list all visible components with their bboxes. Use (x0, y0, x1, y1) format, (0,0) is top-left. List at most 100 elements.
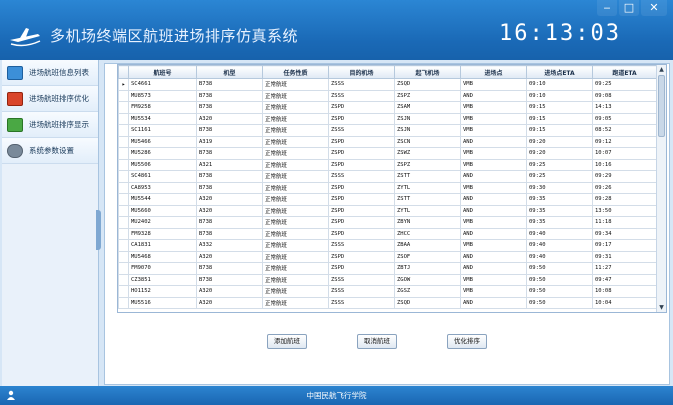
table-cell[interactable]: AND (460, 193, 527, 206)
table-cell[interactable]: 09:50 (526, 296, 593, 309)
table-cell[interactable]: SC4661 (128, 78, 197, 91)
table-cell[interactable]: ZSSS (328, 273, 395, 286)
table-cell[interactable]: ZBAA (394, 239, 461, 252)
table-cell[interactable]: VMB (460, 78, 527, 91)
column-header-mission-type[interactable]: 任务性质 (262, 65, 329, 79)
table-cell[interactable]: ZSPD (328, 250, 395, 263)
table-cell[interactable]: ZSTT (394, 193, 461, 206)
table-cell[interactable]: ZSPD (328, 227, 395, 240)
table-cell[interactable]: HO1152 (128, 285, 197, 298)
table-cell[interactable]: A319 (196, 135, 263, 148)
table-cell[interactable]: 正常航班 (262, 227, 329, 240)
maximize-button[interactable]: □ (619, 0, 639, 16)
table-cell[interactable]: 09:30 (526, 181, 593, 194)
column-header-flight-no[interactable]: 航班号 (128, 65, 197, 79)
row-selector[interactable] (118, 181, 129, 194)
table-cell[interactable]: ZSPD (328, 181, 395, 194)
sidebar-item-settings[interactable]: 系统参数设置 (2, 138, 98, 164)
table-cell[interactable]: ZSSS (328, 296, 395, 309)
table-cell[interactable]: 09:25 (526, 158, 593, 171)
table-row[interactable]: SC1161 B738 正常航班 ZSSS ZSJN VMB 09:15 08:52 (118, 124, 657, 137)
table-row[interactable]: MU5506 A321 正常航班 ZSPD ZSPZ VMB 09:25 10:16 (118, 158, 657, 171)
table-cell[interactable]: ZSSS (328, 170, 395, 183)
table-cell[interactable]: MU5534 (128, 112, 197, 125)
table-row[interactable]: MU5534 A320 正常航班 ZSPD ZSJN VMB 09:15 09:05 (118, 112, 657, 125)
table-cell[interactable]: 09:40 (526, 227, 593, 240)
table-row[interactable]: CA1831 A332 正常航班 ZSSS ZBAA VMB 09:40 09:17 (118, 239, 657, 252)
scroll-up-icon[interactable]: ▲ (657, 65, 666, 74)
row-selector[interactable] (118, 193, 129, 206)
table-cell[interactable]: MU5544 (128, 193, 197, 206)
table-cell[interactable]: FM9258 (128, 101, 197, 114)
flight-grid[interactable]: 航班号 机型 任务性质 目的机场 起飞机场 进场点 进场点ETA 跑道ETA ▸… (117, 64, 667, 313)
table-cell[interactable]: ZSQD (394, 296, 461, 309)
table-cell[interactable]: A320 (196, 204, 263, 217)
table-row[interactable]: CZ3851 B738 正常航班 ZSSS ZGOW VMB 09:50 09:47 (118, 273, 657, 286)
add-flight-button[interactable]: 添加航班 (267, 334, 307, 349)
table-cell[interactable]: B738 (196, 78, 263, 91)
table-cell[interactable]: CA8953 (128, 181, 197, 194)
table-cell[interactable]: VMB (460, 285, 527, 298)
row-selector[interactable] (118, 285, 129, 298)
table-cell[interactable]: B738 (196, 262, 263, 275)
table-cell[interactable]: 正常航班 (262, 204, 329, 217)
cancel-flight-button[interactable]: 取消航班 (357, 334, 397, 349)
table-cell[interactable]: ZBTJ (394, 262, 461, 275)
table-cell[interactable]: VMB (460, 181, 527, 194)
table-cell[interactable]: MU5466 (128, 135, 197, 148)
table-cell[interactable]: ZSPD (328, 147, 395, 160)
table-cell[interactable]: B738 (196, 216, 263, 229)
table-cell[interactable]: 09:15 (526, 124, 593, 137)
table-cell[interactable]: B738 (196, 101, 263, 114)
table-cell[interactable]: 09:50 (526, 285, 593, 298)
table-cell[interactable]: 09:25 (526, 170, 593, 183)
table-cell[interactable]: 正常航班 (262, 273, 329, 286)
table-cell[interactable]: SC4861 (128, 170, 197, 183)
table-cell[interactable]: ZSJN (394, 112, 461, 125)
table-cell[interactable]: ZSWZ (394, 147, 461, 160)
table-cell[interactable]: 正常航班 (262, 296, 329, 309)
table-cell[interactable]: ZGSZ (394, 285, 461, 298)
table-row[interactable]: FM9328 B738 正常航班 ZSPD ZHCC AND 09:40 09:34 (118, 227, 657, 240)
table-cell[interactable]: 09:29 (592, 170, 657, 183)
table-cell[interactable]: 09:15 (526, 101, 593, 114)
table-cell[interactable]: 09:05 (592, 112, 657, 125)
table-cell[interactable]: ZSSS (328, 124, 395, 137)
table-cell[interactable]: 09:20 (526, 147, 593, 160)
table-cell[interactable]: MU5660 (128, 204, 197, 217)
table-cell[interactable]: B738 (196, 227, 263, 240)
table-cell[interactable]: 09:50 (526, 262, 593, 275)
table-cell[interactable]: ZSSS (328, 78, 395, 91)
table-cell[interactable]: ZSAM (394, 101, 461, 114)
table-cell[interactable]: 正常航班 (262, 158, 329, 171)
table-cell[interactable]: 09:20 (526, 135, 593, 148)
table-cell[interactable]: ZSQD (394, 78, 461, 91)
table-cell[interactable]: ZSJN (394, 124, 461, 137)
table-cell[interactable]: MU2402 (128, 216, 197, 229)
table-cell[interactable]: AND (460, 170, 527, 183)
table-cell[interactable]: A320 (196, 193, 263, 206)
table-cell[interactable]: ZSPD (328, 158, 395, 171)
column-header-destination[interactable]: 目的机场 (328, 65, 395, 79)
table-cell[interactable]: A320 (196, 112, 263, 125)
sidebar-item-sequence-optimize[interactable]: 进场航班排序优化 (2, 86, 98, 112)
row-selector[interactable] (118, 204, 129, 217)
table-cell[interactable]: ZGOW (394, 273, 461, 286)
table-cell[interactable]: ZSSS (328, 239, 395, 252)
table-cell[interactable]: A320 (196, 285, 263, 298)
table-row[interactable]: MU5516 A320 正常航班 ZSSS ZSQD AND 09:50 10:04 (118, 296, 657, 309)
table-cell[interactable]: ZSOF (394, 250, 461, 263)
table-cell[interactable]: 09:10 (526, 89, 593, 102)
table-cell[interactable]: 正常航班 (262, 112, 329, 125)
table-cell[interactable]: ZSPZ (394, 158, 461, 171)
table-cell[interactable]: ZSPD (328, 112, 395, 125)
table-cell[interactable]: 09:35 (526, 204, 593, 217)
table-cell[interactable]: MU5506 (128, 158, 197, 171)
table-cell[interactable]: 09:28 (592, 193, 657, 206)
table-cell[interactable]: VMB (460, 216, 527, 229)
sidebar-item-sequence-display[interactable]: 进场航班排序显示 (2, 112, 98, 138)
table-row[interactable]: HO1152 A320 正常航班 ZSSS ZGSZ VMB 09:50 10:08 (118, 285, 657, 298)
table-cell[interactable]: 正常航班 (262, 78, 329, 91)
table-cell[interactable]: MU5468 (128, 250, 197, 263)
table-cell[interactable]: ZSCN (394, 135, 461, 148)
